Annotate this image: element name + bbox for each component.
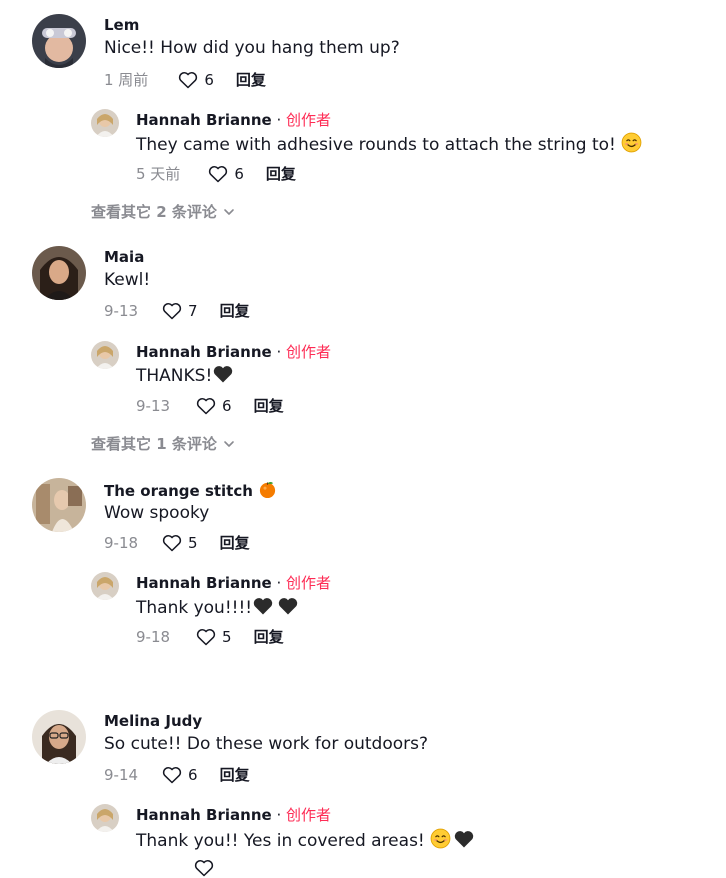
like-button[interactable]: 5	[162, 533, 198, 553]
reply-text-content: They came with adhesive rounds to attach…	[136, 135, 616, 155]
avatar[interactable]	[91, 341, 119, 369]
reply-meta: 9-18 5 回复	[136, 627, 284, 647]
reply-text-content: THANKS!	[136, 366, 213, 386]
comment-meta: 9-13 7 回复	[104, 301, 250, 321]
like-button[interactable]: 6	[178, 70, 214, 90]
reply-username[interactable]: Hannah Brianne · 创作者	[136, 806, 331, 824]
reply-username[interactable]: Hannah Brianne · 创作者	[136, 343, 331, 361]
comment-text: So cute!! Do these work for outdoors?	[104, 734, 429, 754]
reply-date: 9-13	[136, 397, 171, 415]
view-more-label: 查看其它 2 条评论	[91, 203, 217, 221]
reply-date: 9-18	[136, 628, 171, 646]
comment-username[interactable]: Maia	[104, 248, 144, 266]
comment-username[interactable]: The orange stitch	[104, 480, 277, 500]
comment-date: 1 周前	[104, 71, 149, 89]
view-more-label: 查看其它 1 条评论	[91, 435, 217, 453]
like-count: 6	[188, 766, 198, 784]
black-heart-emoji	[252, 596, 274, 616]
comment-date: 9-18	[104, 534, 139, 552]
reply-meta	[136, 858, 220, 878]
black-heart-emoji	[453, 829, 475, 849]
avatar[interactable]	[91, 804, 119, 832]
avatar[interactable]	[32, 478, 86, 532]
reply-button[interactable]: 回复	[254, 627, 284, 647]
separator-dot: ·	[271, 806, 286, 824]
reply-author-name: Hannah Brianne	[136, 574, 272, 592]
view-more-replies[interactable]: 查看其它 1 条评论	[91, 434, 235, 454]
like-count: 5	[222, 628, 232, 646]
orange-emoji	[258, 480, 277, 499]
like-count: 7	[188, 302, 198, 320]
like-count: 5	[188, 534, 198, 552]
like-button[interactable]: 6	[196, 396, 232, 416]
like-button[interactable]: 6	[162, 765, 198, 785]
reply-button[interactable]: 回复	[266, 164, 296, 184]
reply-text: Thank you!!!!	[136, 596, 299, 619]
smiling-face-emoji	[621, 132, 642, 153]
like-button[interactable]: 5	[196, 627, 232, 647]
avatar[interactable]	[32, 710, 86, 764]
black-heart-emoji	[277, 596, 299, 616]
reply-author-name: Hannah Brianne	[136, 111, 272, 129]
reply-button[interactable]: 回复	[236, 70, 266, 90]
reply-button[interactable]: 回复	[254, 396, 284, 416]
comment-meta: 9-14 6 回复	[104, 765, 250, 785]
heart-outline-icon	[162, 535, 182, 552]
heart-outline-icon	[209, 166, 228, 183]
separator-dot: ·	[271, 111, 286, 129]
creator-badge: 创作者	[286, 111, 332, 129]
black-heart-emoji	[212, 364, 234, 384]
separator-dot: ·	[271, 343, 286, 361]
comment-text: Wow spooky	[104, 503, 210, 523]
like-count: 6	[222, 397, 232, 415]
reply-button[interactable]: 回复	[220, 301, 250, 321]
chevron-down-icon	[224, 209, 234, 215]
heart-outline-icon	[162, 303, 182, 320]
comment-date: 9-13	[104, 302, 139, 320]
creator-badge: 创作者	[286, 343, 332, 361]
reply-text: Thank you!! Yes in covered areas!	[136, 828, 475, 852]
reply-text-content: Thank you!!!!	[136, 598, 253, 618]
reply-text: They came with adhesive rounds to attach…	[136, 132, 642, 156]
heart-outline-icon	[196, 398, 216, 415]
creator-badge: 创作者	[286, 806, 332, 824]
reply-button[interactable]: 回复	[220, 765, 250, 785]
smiling-face-emoji	[430, 828, 451, 849]
avatar[interactable]	[91, 109, 119, 137]
reply-meta: 5 天前 6 回复	[136, 164, 296, 184]
comment-username[interactable]: Melina Judy	[104, 712, 202, 730]
heart-outline-icon	[179, 72, 198, 89]
comment-meta: 1 周前 6 回复	[104, 70, 266, 90]
reply-username[interactable]: Hannah Brianne · 创作者	[136, 111, 331, 129]
like-count: 6	[204, 71, 214, 89]
separator-dot: ·	[271, 574, 286, 592]
reply-meta: 9-13 6 回复	[136, 396, 284, 416]
comment-text: Kewl!	[104, 270, 151, 290]
like-button[interactable]: 6	[208, 164, 244, 184]
heart-outline-icon	[196, 629, 216, 646]
comment-username[interactable]: Lem	[104, 16, 139, 34]
comment-text: Nice!! How did you hang them up?	[104, 38, 400, 58]
avatar[interactable]	[91, 572, 119, 600]
reply-author-name: Hannah Brianne	[136, 806, 272, 824]
avatar[interactable]	[32, 14, 86, 68]
reply-date: 5 天前	[136, 165, 181, 183]
reply-author-name: Hannah Brianne	[136, 343, 272, 361]
like-button[interactable]: 7	[162, 301, 198, 321]
reply-username[interactable]: Hannah Brianne · 创作者	[136, 574, 331, 592]
like-count: 6	[234, 165, 244, 183]
creator-badge: 创作者	[286, 574, 332, 592]
comment-date: 9-14	[104, 766, 139, 784]
heart-outline-icon	[162, 767, 182, 784]
chevron-down-icon	[224, 441, 234, 447]
reply-text: THANKS!	[136, 364, 234, 387]
comment-author-name: The orange stitch	[104, 482, 253, 500]
reply-button[interactable]: 回复	[220, 533, 250, 553]
avatar[interactable]	[32, 246, 86, 300]
comment-meta: 9-18 5 回复	[104, 533, 250, 553]
view-more-replies[interactable]: 查看其它 2 条评论	[91, 202, 235, 222]
reply-text-content: Thank you!! Yes in covered areas!	[136, 831, 425, 851]
